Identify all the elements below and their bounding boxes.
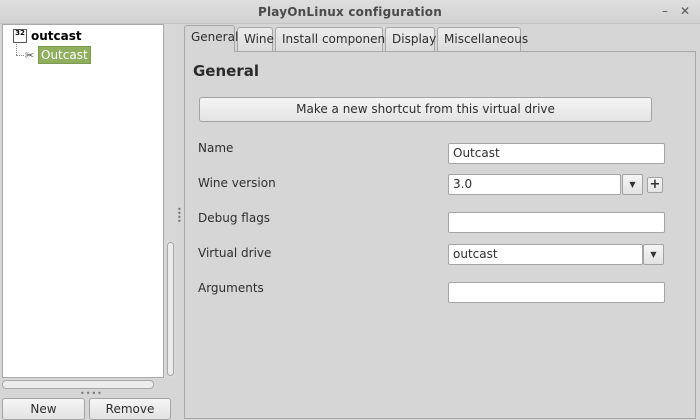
- configuration-window: PlayOnLinux configuration – ✕ 32 outcast…: [0, 0, 700, 420]
- tree-horizontal-scrollbar[interactable]: [2, 380, 154, 389]
- tree-item-outcast[interactable]: ✂ Outcast: [23, 46, 91, 64]
- virtual-drive-label: Virtual drive: [198, 246, 272, 260]
- tab-display[interactable]: Display: [385, 27, 436, 51]
- tree-root-drive[interactable]: 32 outcast: [13, 27, 82, 45]
- tree-item-label: Outcast: [38, 46, 91, 64]
- name-label: Name: [198, 141, 234, 155]
- wine-version-select[interactable]: 3.0: [448, 174, 621, 195]
- drive-tree[interactable]: 32 outcast ✂ Outcast: [2, 24, 164, 378]
- arguments-field[interactable]: [448, 282, 665, 303]
- scrollbar-thumb[interactable]: [167, 242, 174, 376]
- tab-general[interactable]: General: [184, 25, 238, 52]
- tree-vertical-scrollbar[interactable]: [165, 24, 176, 378]
- section-heading: General: [193, 62, 259, 80]
- chevron-down-icon[interactable]: ▼: [622, 174, 643, 195]
- tree-connector: [16, 44, 17, 55]
- tab-wine[interactable]: Wine: [237, 27, 274, 51]
- close-icon[interactable]: ✕: [678, 4, 692, 18]
- debug-flags-field[interactable]: [448, 212, 665, 233]
- general-tab-panel: General Make a new shortcut from this vi…: [184, 51, 696, 419]
- window-title: PlayOnLinux configuration: [258, 5, 442, 19]
- tab-install-components[interactable]: Install components: [275, 27, 396, 51]
- tree-root-label: outcast: [31, 29, 82, 43]
- wine-version-label: Wine version: [198, 176, 276, 190]
- title-bar[interactable]: PlayOnLinux configuration – ✕: [0, 0, 700, 24]
- make-shortcut-button[interactable]: Make a new shortcut from this virtual dr…: [199, 97, 652, 122]
- 32-bit-drive-icon: 32: [13, 29, 27, 43]
- name-field[interactable]: Outcast: [448, 143, 665, 164]
- arguments-label: Arguments: [198, 281, 264, 295]
- splitter-grip-icon[interactable]: • • • •: [177, 206, 182, 226]
- new-button[interactable]: New: [2, 398, 85, 420]
- debug-flags-label: Debug flags: [198, 211, 271, 225]
- game-shortcut-icon: ✂: [24, 48, 35, 62]
- minimize-icon[interactable]: –: [658, 4, 672, 18]
- pane-resize-grip-icon[interactable]: ••••: [80, 390, 102, 398]
- chevron-down-icon[interactable]: ▼: [643, 244, 664, 265]
- add-wine-version-icon[interactable]: +: [647, 177, 663, 193]
- remove-button[interactable]: Remove: [89, 398, 171, 420]
- virtual-drive-select[interactable]: outcast: [448, 244, 643, 265]
- drive-list-panel: 32 outcast ✂ Outcast •••• New Remove: [2, 24, 176, 420]
- tab-miscellaneous[interactable]: Miscellaneous: [437, 27, 528, 51]
